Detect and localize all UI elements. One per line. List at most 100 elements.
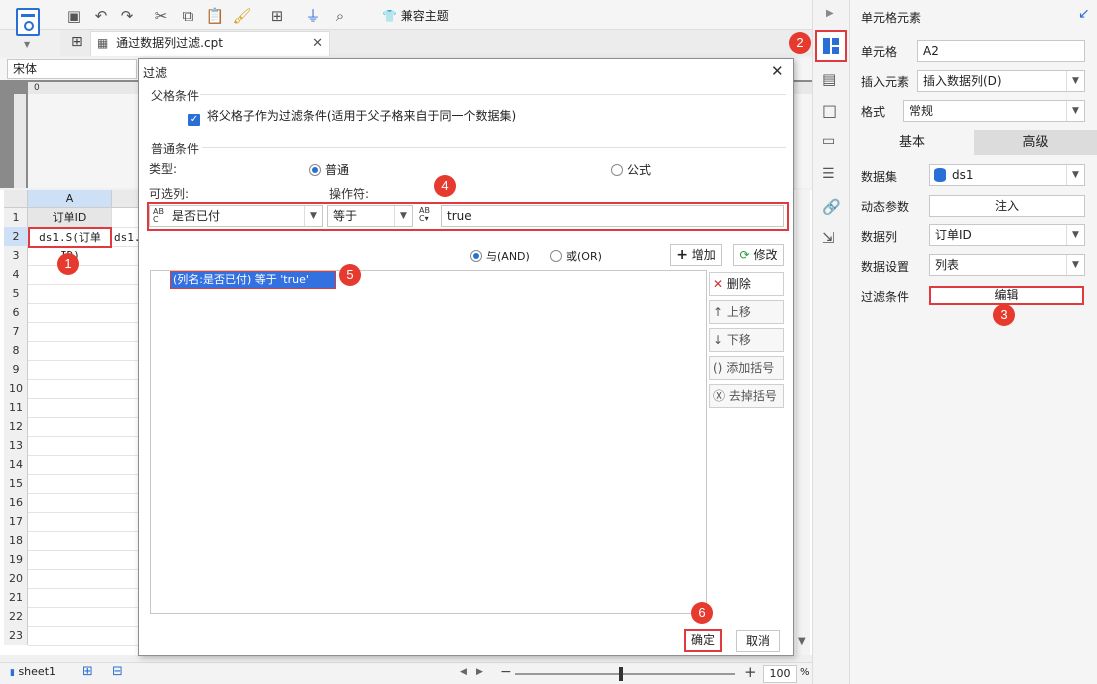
- delete-button[interactable]: ✕ 删除: [709, 272, 784, 296]
- row-header[interactable]: 13: [4, 436, 28, 455]
- app-menu-button[interactable]: ▼: [8, 6, 48, 50]
- cell-input-value: A2: [923, 44, 939, 58]
- modify-condition-button[interactable]: ⟳ 修改: [733, 244, 784, 266]
- row-header[interactable]: 20: [4, 569, 28, 588]
- row-header[interactable]: 21: [4, 588, 28, 607]
- scroll-right-icon[interactable]: ▶: [476, 667, 483, 677]
- zoom-in-button[interactable]: +: [744, 663, 757, 681]
- row-header[interactable]: 10: [4, 379, 28, 398]
- add-condition-button[interactable]: + 增加: [670, 244, 722, 266]
- add-bracket-button[interactable]: () 添加括号: [709, 356, 784, 380]
- cell-a1[interactable]: 订单ID: [28, 208, 112, 227]
- format-select[interactable]: 常规 ▼: [903, 100, 1085, 122]
- paste-icon[interactable]: 📋: [205, 6, 225, 26]
- row-header[interactable]: 23: [4, 626, 28, 645]
- dropdown-widget-icon[interactable]: ▭: [822, 133, 835, 149]
- row-header[interactable]: 22: [4, 607, 28, 626]
- row-header[interactable]: 8: [4, 341, 28, 360]
- row-header[interactable]: 1: [4, 208, 28, 227]
- remove-bracket-button[interactable]: Ⓧ 去掉括号: [709, 384, 784, 408]
- dialog-title: 过滤: [143, 66, 168, 80]
- cell-b2[interactable]: ds1.: [114, 228, 138, 247]
- ok-button[interactable]: 确定: [684, 629, 722, 652]
- type-formula-radio[interactable]: 公式: [611, 161, 651, 178]
- cell-a2[interactable]: ds1.S(订单ID): [28, 227, 112, 262]
- zoom-slider-thumb[interactable]: [619, 667, 623, 681]
- row-header[interactable]: 7: [4, 322, 28, 341]
- cell-attribute-icon[interactable]: ▤: [822, 70, 836, 88]
- tab-advanced[interactable]: 高级: [974, 130, 1097, 155]
- hyperlink-icon[interactable]: 🔗: [822, 198, 841, 216]
- and-radio[interactable]: 与(AND): [470, 248, 530, 264]
- row-header[interactable]: 19: [4, 550, 28, 569]
- cell-element-tab[interactable]: [815, 30, 847, 62]
- tab-basic[interactable]: 基本: [850, 130, 974, 155]
- row-header[interactable]: 16: [4, 493, 28, 512]
- condition-list-item[interactable]: (列名:是否已付) 等于 'true': [170, 271, 336, 289]
- cut-icon[interactable]: ✂: [151, 6, 171, 26]
- row-header[interactable]: 9: [4, 360, 28, 379]
- row-header[interactable]: 17: [4, 512, 28, 531]
- close-icon[interactable]: ✕: [312, 32, 323, 55]
- copy-icon[interactable]: ⧉: [178, 6, 198, 26]
- zoom-out-button[interactable]: −: [500, 664, 512, 680]
- row-header[interactable]: 4: [4, 265, 28, 284]
- tab-file[interactable]: ▦ 通过数据列过滤.cpt ✕: [90, 31, 330, 56]
- dataset-select[interactable]: ds1 ▼: [929, 164, 1085, 186]
- add-report-icon[interactable]: ⊟: [112, 664, 123, 679]
- theme-button[interactable]: 👕 兼容主题: [382, 7, 449, 25]
- type-normal-radio[interactable]: 普通: [309, 161, 349, 178]
- inject-button[interactable]: 注入: [929, 195, 1085, 217]
- row-header[interactable]: 11: [4, 398, 28, 417]
- insert-element-select[interactable]: 插入数据列(D) ▼: [917, 70, 1085, 92]
- value-input[interactable]: true: [441, 205, 784, 227]
- or-radio[interactable]: 或(OR): [550, 248, 602, 264]
- move-up-button[interactable]: ↑ 上移: [709, 300, 784, 324]
- column-select[interactable]: AB C 是否已付 ▼: [149, 205, 323, 227]
- zoom-input[interactable]: 100: [763, 665, 797, 683]
- row-header[interactable]: 6: [4, 303, 28, 322]
- redo-icon[interactable]: ↷: [117, 6, 137, 26]
- grid-line: [28, 607, 138, 608]
- column-header-a[interactable]: A: [28, 190, 112, 208]
- column-header-b[interactable]: [112, 190, 138, 208]
- condition-list[interactable]: [150, 270, 707, 614]
- undo-icon[interactable]: ↶: [91, 6, 111, 26]
- move-down-button[interactable]: ↓ 下移: [709, 328, 784, 352]
- expand-panel-icon[interactable]: ▶: [826, 8, 834, 19]
- row-header[interactable]: 2: [4, 227, 28, 246]
- row-header[interactable]: 5: [4, 284, 28, 303]
- filter-edit-button[interactable]: 编辑: [929, 286, 1084, 305]
- data-column-select[interactable]: 订单ID ▼: [929, 224, 1085, 246]
- cancel-button[interactable]: 取消: [736, 630, 780, 652]
- row-header[interactable]: 12: [4, 417, 28, 436]
- import-icon[interactable]: ⇲: [822, 229, 835, 247]
- format-brush-icon[interactable]: 🖌: [232, 6, 252, 26]
- cell-attr-icon[interactable]: ⊞: [267, 6, 287, 26]
- row-header[interactable]: 14: [4, 455, 28, 474]
- parent-checkbox[interactable]: ✓ 将父格子作为过滤条件(适用于父子格来自于同一个数据集): [188, 107, 516, 126]
- preview-icon[interactable]: ⌕: [330, 6, 350, 26]
- condition-icon[interactable]: ☰: [822, 166, 835, 182]
- scroll-left-icon[interactable]: ◀: [460, 667, 467, 677]
- sheet-tab[interactable]: ▮ sheet1: [10, 665, 56, 678]
- row-header[interactable]: 18: [4, 531, 28, 550]
- operator-select[interactable]: 等于 ▼: [327, 205, 413, 227]
- modify-icon: ⟳: [739, 248, 750, 262]
- save-icon[interactable]: ▣: [64, 6, 84, 26]
- row-header[interactable]: 15: [4, 474, 28, 493]
- cell-input[interactable]: A2: [917, 40, 1085, 62]
- row-header[interactable]: 3: [4, 246, 28, 265]
- zoom-slider[interactable]: [515, 667, 735, 681]
- plugin-icon[interactable]: ⏚: [303, 6, 323, 26]
- sheet-vertical-scrollbar[interactable]: ▼: [796, 190, 810, 655]
- close-icon[interactable]: ✕: [771, 62, 784, 80]
- collapse-arrow-icon[interactable]: ↙: [1078, 6, 1090, 22]
- scroll-down-icon[interactable]: ▼: [798, 636, 806, 647]
- widget-icon[interactable]: □: [822, 101, 837, 120]
- add-sheet-icon[interactable]: ⊞: [82, 664, 93, 679]
- font-select[interactable]: 宋体: [7, 59, 137, 79]
- data-setting-select[interactable]: 列表 ▼: [929, 254, 1085, 276]
- value-type-icon[interactable]: AB C▾: [419, 207, 430, 223]
- grid-icon[interactable]: ⊞: [71, 34, 83, 50]
